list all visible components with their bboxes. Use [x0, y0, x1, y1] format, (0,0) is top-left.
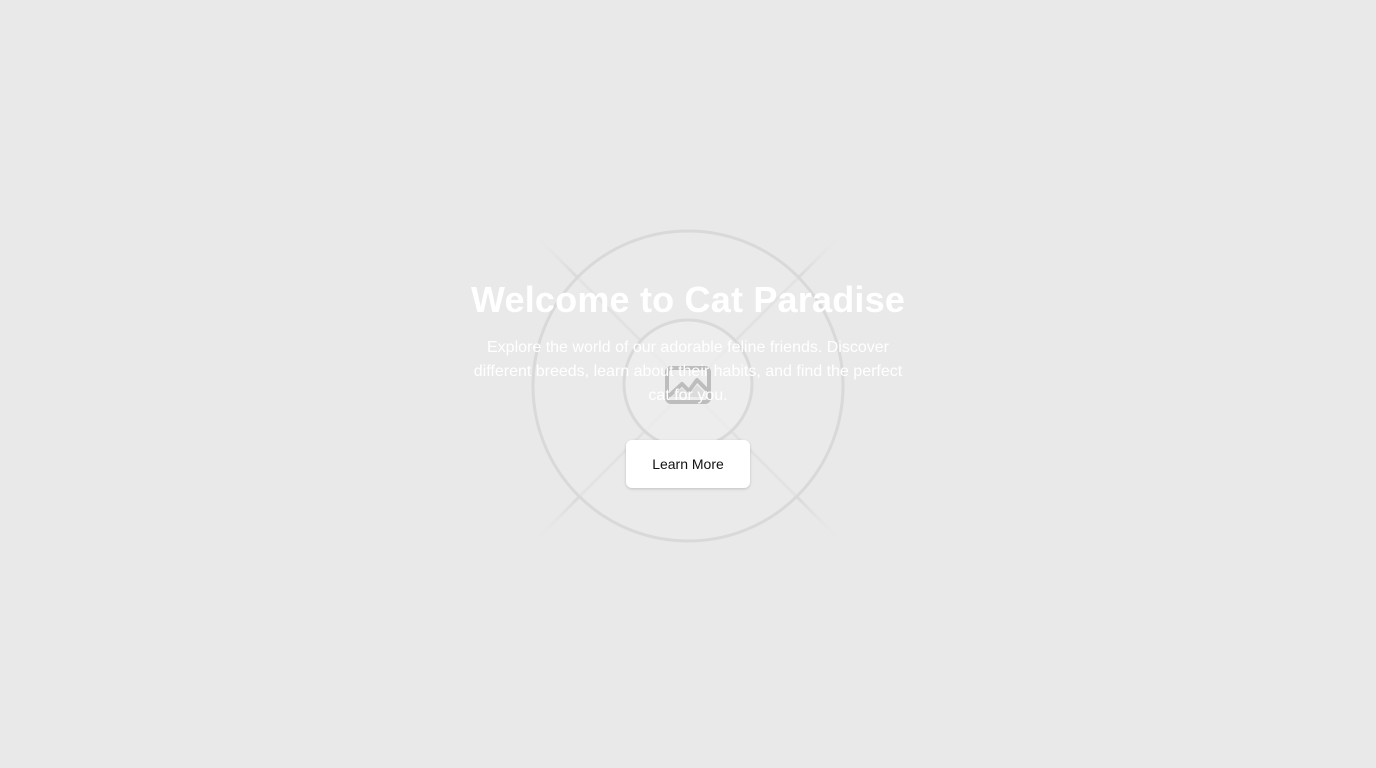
hero-content: Welcome to Cat Paradise Explore the worl… — [0, 0, 1376, 768]
hero-section: Welcome to Cat Paradise Explore the worl… — [0, 0, 1376, 768]
hero-title: Welcome to Cat Paradise — [470, 279, 906, 320]
hero-subtitle: Explore the world of our adorable feline… — [473, 339, 903, 404]
learn-more-button[interactable]: Learn More — [626, 440, 750, 488]
